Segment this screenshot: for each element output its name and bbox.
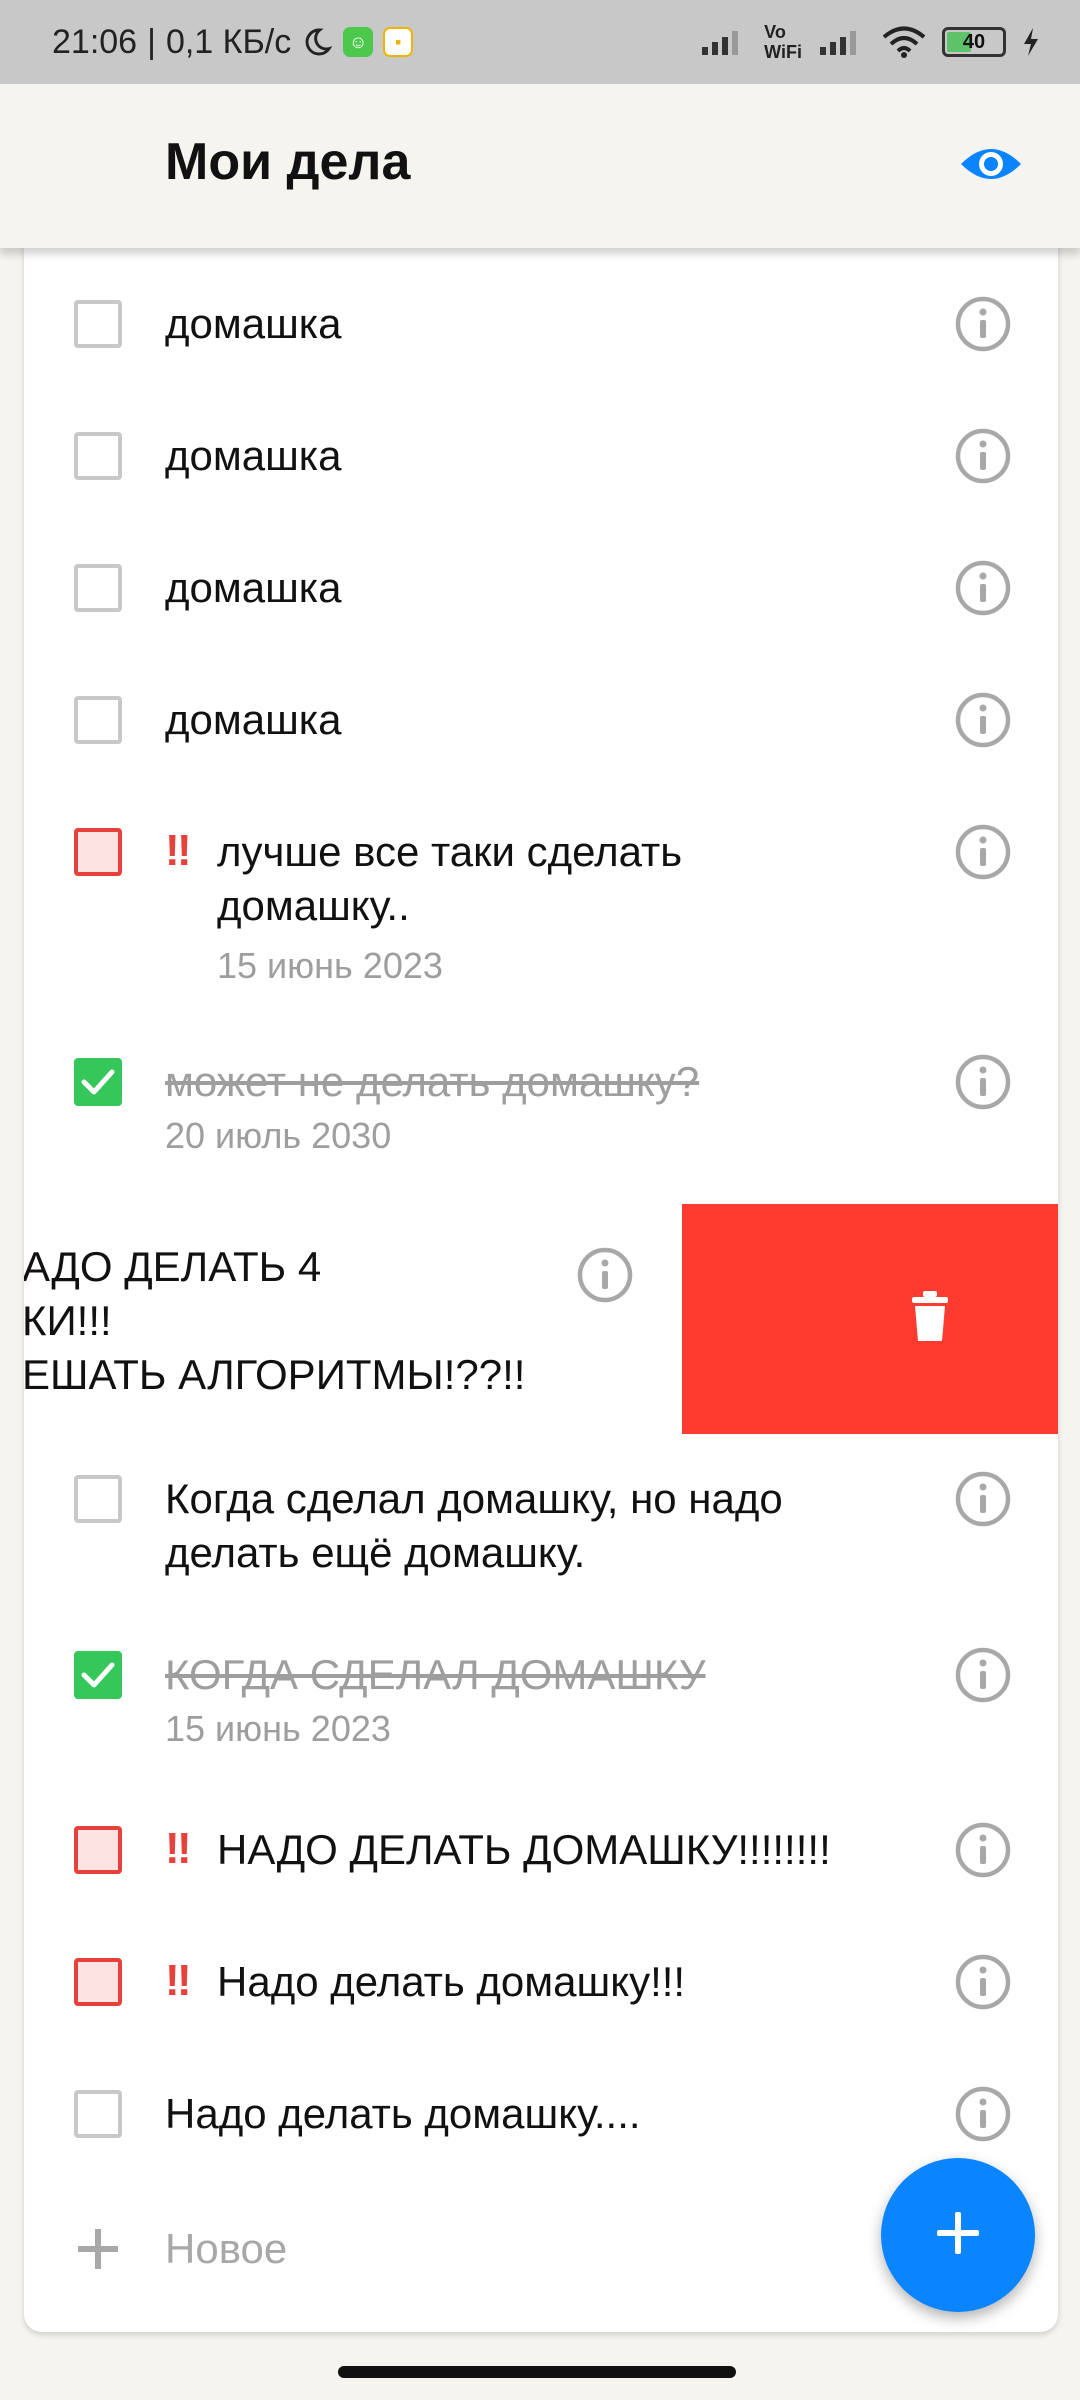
task-info-button[interactable] [954,1821,1012,1879]
task-row[interactable]: домашка [24,428,1058,564]
task-info-button[interactable] [954,1953,1012,2011]
task-checkbox[interactable] [74,300,122,348]
task-checkbox-important[interactable] [74,1826,122,1874]
volte-icon: Vo WiFi [764,22,802,62]
task-info-button[interactable] [576,1246,634,1304]
info-icon [955,1054,1011,1110]
task-checkbox-checked[interactable] [74,1651,122,1699]
task-info-button[interactable] [954,823,1012,881]
plus-icon [76,2227,120,2276]
task-checkbox[interactable] [74,564,122,612]
checkmark-icon [81,1069,115,1095]
task-date: 15 июнь 2023 [217,945,443,986]
info-icon [577,1247,633,1303]
app-notification-icon: ☺ [343,27,374,57]
task-checkbox-checked[interactable] [74,1058,122,1106]
eye-icon [959,142,1023,191]
status-separator: | [147,22,156,61]
task-text: может не делать домашку? [165,1058,700,1105]
signal-icon-2 [818,27,866,57]
task-info-button[interactable] [954,559,1012,617]
plus-icon [935,2210,981,2261]
charging-icon [1022,27,1040,57]
task-row[interactable]: ‼ лучше все таки сделать домашку.. 15 ию… [24,824,1058,1058]
task-date: 20 июль 2030 [165,1115,392,1156]
visibility-toggle-button[interactable] [955,130,1027,202]
info-icon [955,692,1011,748]
trash-icon [910,1290,950,1348]
add-task-button[interactable] [881,2158,1035,2312]
page-title: Мои дела [165,133,411,191]
new-task-label: Новое [165,2225,288,2272]
task-text: домашка [165,564,342,611]
status-left: 21:06 | 0,1 КБ/с ☺ ▪ [52,22,414,62]
task-row[interactable]: ‼ НАДО ДЕЛАТЬ ДОМАШКУ!!!!!!!! [24,1822,1058,1958]
info-icon [955,1647,1011,1703]
wifi-calling-label: WiFi [764,42,802,62]
battery-icon: 40 [942,27,1006,57]
task-text: домашка [165,432,342,479]
task-info-button[interactable] [954,427,1012,485]
task-text: КОГДА СДЕЛАЛ ДОМАШКУ [165,1651,706,1698]
task-date: 15 июнь 2023 [165,1708,391,1749]
task-checkbox-important[interactable] [74,1958,122,2006]
task-list-card: домашка домашка домашка домашка ‼ лучше … [24,220,1058,2332]
info-icon [955,1471,1011,1527]
task-row[interactable]: ‼ Надо делать домашку!!! [24,1954,1058,2090]
info-icon [955,296,1011,352]
task-checkbox[interactable] [74,432,122,480]
task-text: домашка [165,696,342,743]
task-info-button[interactable] [954,691,1012,749]
status-right: Vo WiFi 40 [700,22,1040,62]
checkmark-icon [81,1662,115,1688]
status-bar: 21:06 | 0,1 КБ/с ☺ ▪ Vo WiFi 40 [0,0,1080,84]
task-checkbox[interactable] [74,1475,122,1523]
swiped-task-row[interactable]: АДО ДЕЛАТЬ 4 КИ!!! ЕШАТЬ АЛГОРИТМЫ!??!! [24,1204,1058,1434]
task-text: НАДО ДЕЛАТЬ ДОМАШКУ!!!!!!!! [217,1826,831,1873]
priority-indicator: ‼ [165,1956,192,2005]
task-checkbox[interactable] [74,696,122,744]
task-checkbox[interactable] [74,2090,122,2138]
priority-indicator: ‼ [165,1824,192,1873]
home-indicator[interactable] [338,2366,736,2378]
status-time: 21:06 [52,22,138,61]
task-row[interactable]: домашка [24,560,1058,696]
status-speed: 0,1 КБ/с [165,22,292,61]
signal-icon [700,27,748,57]
task-text: домашка [165,300,342,347]
task-text: лучше все таки сделать домашку.. [217,828,683,929]
moon-icon [301,26,333,58]
task-row[interactable]: домашка [24,296,1058,432]
app-bar: Мои дела [0,84,1080,248]
info-icon [955,824,1011,880]
info-icon [955,1954,1011,2010]
battery-level: 40 [962,30,986,53]
info-icon [955,2086,1011,2142]
wifi-icon [882,26,926,58]
info-icon [955,1822,1011,1878]
task-text: АДО ДЕЛАТЬ 4 КИ!!! ЕШАТЬ АЛГОРИТМЫ!??!! [24,1243,526,1398]
task-info-button[interactable] [954,1053,1012,1111]
task-text: Надо делать домашку.... [165,2090,641,2137]
task-info-button[interactable] [954,295,1012,353]
task-row[interactable]: Когда сделал домашку, но надо делать ещё… [24,1471,1058,1653]
lock-notification-icon: ▪ [383,27,414,57]
volte-label: Vo [764,22,786,42]
task-text: Надо делать домашку!!! [217,1958,686,2005]
task-info-button[interactable] [954,1646,1012,1704]
task-row[interactable]: домашка [24,692,1058,828]
task-row[interactable]: КОГДА СДЕЛАЛ ДОМАШКУ 15 июнь 2023 [24,1647,1058,1827]
info-icon [955,428,1011,484]
task-info-button[interactable] [954,1470,1012,1528]
task-info-button[interactable] [954,2085,1012,2143]
task-text: Когда сделал домашку, но надо делать ещё… [165,1475,783,1576]
delete-button[interactable] [682,1204,1058,1434]
task-checkbox-important[interactable] [74,828,122,876]
info-icon [955,560,1011,616]
priority-indicator: ‼ [165,826,192,875]
